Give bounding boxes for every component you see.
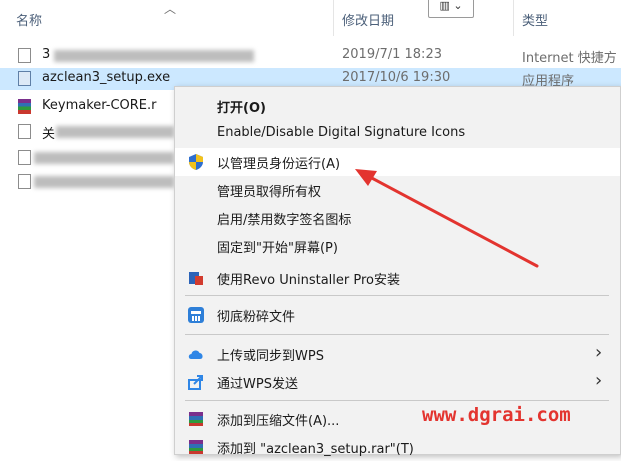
chevron-down-icon: ⌄ xyxy=(453,0,463,12)
menu-item-pin-to-start[interactable]: 固定到"开始"屏幕(P) xyxy=(175,232,620,260)
shortcut-file-icon xyxy=(18,48,31,63)
menu-item-label: 打开(O) xyxy=(217,101,266,116)
menu-item-take-ownership[interactable]: 管理员取得所有权 xyxy=(175,176,620,204)
file-name: 关 xyxy=(42,127,56,142)
winrar-icon xyxy=(189,412,203,426)
menu-item-label: 使用Revo Uninstaller Pro安装 xyxy=(217,273,400,288)
file-name: azclean3_setup.exe xyxy=(42,70,171,85)
shortcut-file-icon xyxy=(18,150,31,165)
watermark-text: www.dgrai.com xyxy=(422,404,571,426)
winrar-archive-icon xyxy=(18,99,31,114)
menu-item-toggle-signature-icons[interactable]: Enable/Disable Digital Signature Icons xyxy=(175,120,620,148)
redacted-file-name xyxy=(54,50,254,62)
column-header-name[interactable]: 名称 xyxy=(16,10,42,29)
column-divider[interactable] xyxy=(513,0,514,36)
menu-item-label: 以管理员身份运行(A) xyxy=(217,157,341,172)
menu-item-label: 添加到 "azclean3_setup.rar"(T) xyxy=(217,442,414,457)
winrar-icon xyxy=(189,440,203,454)
menu-item-shred-file[interactable]: 彻底粉碎文件 xyxy=(175,301,620,329)
view-options-button[interactable]: ▥ ⌄ xyxy=(428,0,474,18)
sort-ascending-icon: ︿ xyxy=(164,2,177,16)
file-row[interactable]: 3 2019/7/1 18:23 Internet 快捷方 xyxy=(0,45,621,67)
menu-item-label: 彻底粉碎文件 xyxy=(217,310,296,325)
menu-item-wps-upload[interactable]: 上传或同步到WPS › xyxy=(175,340,620,368)
application-icon xyxy=(18,71,31,86)
wps-send-icon xyxy=(188,375,203,390)
context-menu: 打开(O) Enable/Disable Digital Signature I… xyxy=(174,86,621,457)
menu-separator xyxy=(185,400,609,401)
menu-item-wps-send[interactable]: 通过WPS发送 › xyxy=(175,368,620,396)
column-divider[interactable] xyxy=(333,0,334,36)
menu-item-add-to-rar[interactable]: 添加到 "azclean3_setup.rar"(T) xyxy=(175,433,620,461)
menu-item-toggle-signature-icons-cn[interactable]: 启用/禁用数字签名图标 xyxy=(175,204,620,232)
menu-item-label: 通过WPS发送 xyxy=(217,377,298,392)
menu-item-open[interactable]: 打开(O) xyxy=(175,92,620,120)
redacted-file-name xyxy=(56,126,174,138)
column-header-type[interactable]: 类型 xyxy=(522,10,548,29)
menu-separator xyxy=(185,295,609,296)
menu-item-label: 固定到"开始"屏幕(P) xyxy=(217,241,338,256)
file-date: 2017/10/6 19:30 xyxy=(342,70,451,85)
chevron-right-icon: › xyxy=(595,342,603,363)
menu-item-label: 启用/禁用数字签名图标 xyxy=(217,213,352,228)
view-layout-icon: ▥ xyxy=(439,0,450,12)
uac-shield-icon xyxy=(189,154,203,170)
text-file-icon xyxy=(18,174,31,189)
redacted-file-name xyxy=(34,176,174,188)
file-name: Keymaker-CORE.r xyxy=(42,98,157,113)
menu-item-label: 上传或同步到WPS xyxy=(217,349,324,364)
file-date: 2019/7/1 18:23 xyxy=(342,47,442,62)
menu-item-label: 添加到压缩文件(A)... xyxy=(217,414,340,429)
column-header-bar: 名称 ︿ 修改日期 ▥ ⌄ 类型 xyxy=(0,0,621,36)
redacted-file-name xyxy=(34,152,174,164)
text-file-icon xyxy=(18,124,31,139)
menu-item-run-as-admin[interactable]: 以管理员身份运行(A) xyxy=(175,148,620,176)
shredder-icon xyxy=(188,307,204,323)
menu-item-revo-install[interactable]: 使用Revo Uninstaller Pro安装 xyxy=(175,264,620,292)
menu-item-label: Enable/Disable Digital Signature Icons xyxy=(217,125,466,140)
file-type: Internet 快捷方 xyxy=(522,51,617,66)
wps-cloud-icon xyxy=(188,350,203,359)
chevron-right-icon: › xyxy=(595,370,603,391)
column-header-date[interactable]: 修改日期 xyxy=(342,10,394,29)
file-name: 3 xyxy=(42,47,51,62)
menu-separator xyxy=(185,334,609,335)
menu-item-label: 管理员取得所有权 xyxy=(217,185,322,200)
revo-uninstaller-icon xyxy=(189,272,203,285)
